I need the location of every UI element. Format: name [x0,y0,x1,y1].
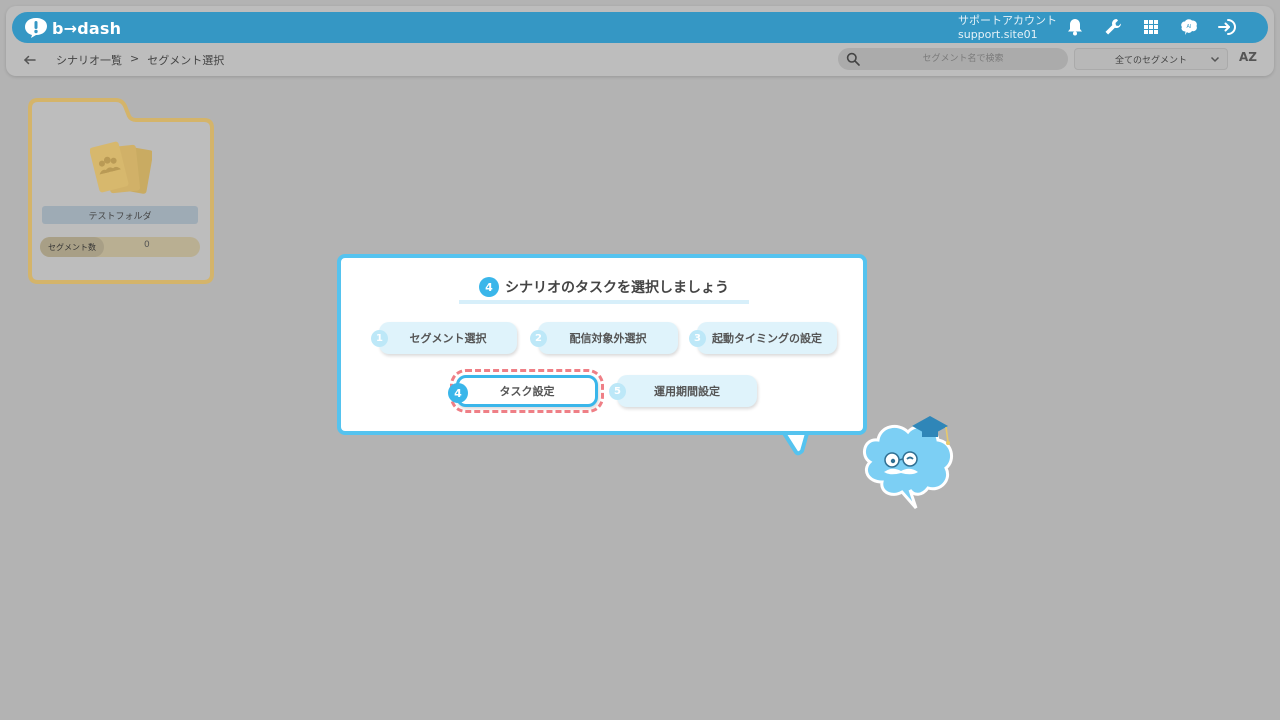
sort-az-icon[interactable]: AZ [1239,50,1257,64]
mascot-brain-character [862,416,954,509]
step-number: 3 [689,330,706,347]
tutorial-title: 4 シナリオのタスクを選択しましょう [459,274,749,304]
account-name: サポートアカウント [958,14,1057,27]
step-task-settings[interactable]: 4 タスク設定 [448,369,604,413]
grid-icon[interactable] [1140,16,1162,38]
step-trigger-timing: 3 起動タイミングの設定 [689,322,837,354]
step-operation-period: 5 運用期間設定 [609,375,757,407]
back-arrow-icon[interactable] [22,52,38,68]
segment-count-value: 0 [144,240,150,250]
step-number: 1 [371,330,388,347]
tutorial-bubble: 4 シナリオのタスクを選択しましょう 1 セグメント選択 2 配信対象外選択 3… [337,254,867,435]
search-icon [846,52,860,66]
step-label: セグメント選択 [409,332,487,345]
step-label: 配信対象外選択 [569,332,647,345]
segment-filter-select[interactable]: 全てのセグメント [1074,48,1228,70]
step-number: 5 [609,383,626,400]
step-label: タスク設定 [499,385,555,398]
step-number: 2 [530,330,547,347]
search-input[interactable] [868,50,1058,68]
folder-name: テストフォルダ [42,206,198,224]
breadcrumb-current: セグメント選択 [147,54,225,67]
step-segment-select: 1 セグメント選択 [371,322,517,354]
step-label: 起動タイミングの設定 [712,332,822,345]
breadcrumb-separator: > [130,52,140,65]
tutorial-title-text: シナリオのタスクを選択しましょう [505,280,729,296]
step-number: 4 [448,383,468,403]
sub-bar: シナリオ一覧 > セグメント選択 全てのセグメント AZ [18,48,1268,70]
breadcrumb-scenario-list[interactable]: シナリオ一覧 [56,52,122,68]
logo-bubble-icon [25,18,47,38]
account-site: support.site01 [958,28,1038,41]
tutorial-step-number: 4 [479,277,499,297]
logo-text: b→dash [52,18,122,38]
svg-text:AI: AI [1187,24,1192,30]
chevron-down-icon [1210,56,1220,63]
segment-count-label: セグメント数 [40,237,104,257]
segment-count-row: セグメント数 0 [40,237,200,257]
logout-icon[interactable] [1216,16,1238,38]
logo[interactable]: b→dash [24,16,121,40]
wrench-icon[interactable] [1102,16,1124,38]
top-bar: b→dash サポートアカウント support.site01 AI [12,12,1268,43]
step-label: 運用期間設定 [654,385,720,398]
folder-card[interactable]: テストフォルダ セグメント数 0 [28,98,214,284]
segment-filter-value: 全てのセグメント [1114,55,1187,66]
search-box[interactable] [838,48,1068,70]
bell-icon[interactable] [1064,16,1086,38]
segment-folder-icon [90,141,152,194]
brain-icon[interactable]: AI [1178,16,1200,38]
breadcrumb: シナリオ一覧 > セグメント選択 [56,52,224,68]
step-exclusion-select: 2 配信対象外選択 [530,322,678,354]
account-info[interactable]: サポートアカウント support.site01 [958,14,1057,42]
